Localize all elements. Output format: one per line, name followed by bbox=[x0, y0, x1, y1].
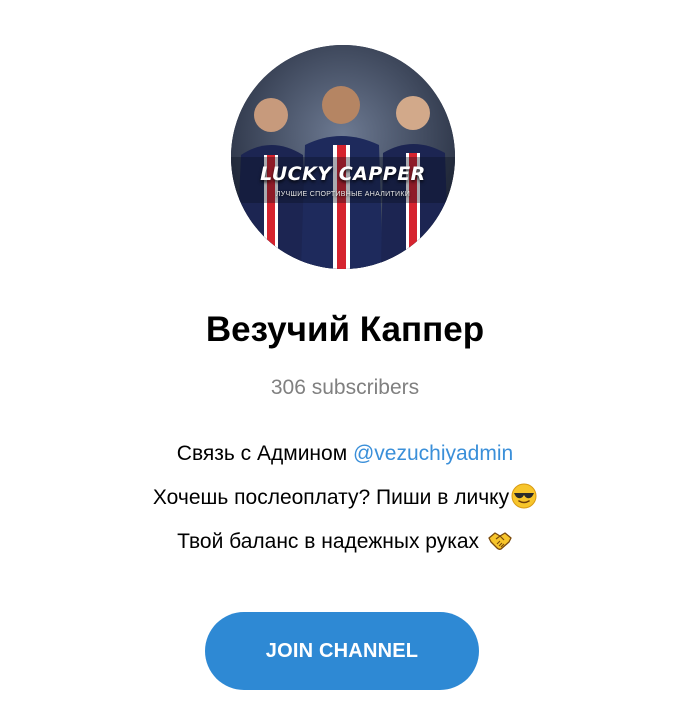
description-line-3: Твой баланс в надежных руках bbox=[0, 520, 690, 564]
channel-preview: LUCKY CAPPER ЛУЧШИЕ СПОРТИВНЫЕ АНАЛИТИКИ… bbox=[0, 0, 690, 720]
channel-avatar: LUCKY CAPPER ЛУЧШИЕ СПОРТИВНЫЕ АНАЛИТИКИ bbox=[231, 45, 455, 269]
description-text-2: Хочешь послеоплату? Пиши в личку bbox=[152, 486, 510, 509]
join-channel-button[interactable]: JOIN CHANNEL bbox=[205, 612, 479, 690]
description-line-1: Связь с Админом @vezuchiyadmin bbox=[0, 432, 690, 476]
description-line-2: Хочешь послеоплату? Пиши в личку bbox=[0, 476, 690, 520]
description-text-3: Твой баланс в надежных руках bbox=[177, 530, 485, 553]
avatar-photo bbox=[231, 45, 455, 269]
sunglasses-emoji-icon bbox=[511, 483, 537, 509]
channel-title: Везучий Каппер bbox=[205, 310, 485, 349]
description-text-1: Связь с Админом bbox=[176, 442, 353, 465]
avatar-logo-text: LUCKY CAPPER bbox=[260, 163, 426, 185]
admin-mention-link[interactable]: @vezuchiyadmin bbox=[353, 442, 513, 465]
handshake-emoji-icon bbox=[488, 532, 512, 551]
channel-description: Связь с Админом @vezuchiyadmin Хочешь по… bbox=[0, 432, 690, 564]
avatar-logo-subtext: ЛУЧШИЕ СПОРТИВНЫЕ АНАЛИТИКИ bbox=[275, 191, 411, 198]
subscriber-count: 306 subscribers bbox=[270, 376, 420, 399]
